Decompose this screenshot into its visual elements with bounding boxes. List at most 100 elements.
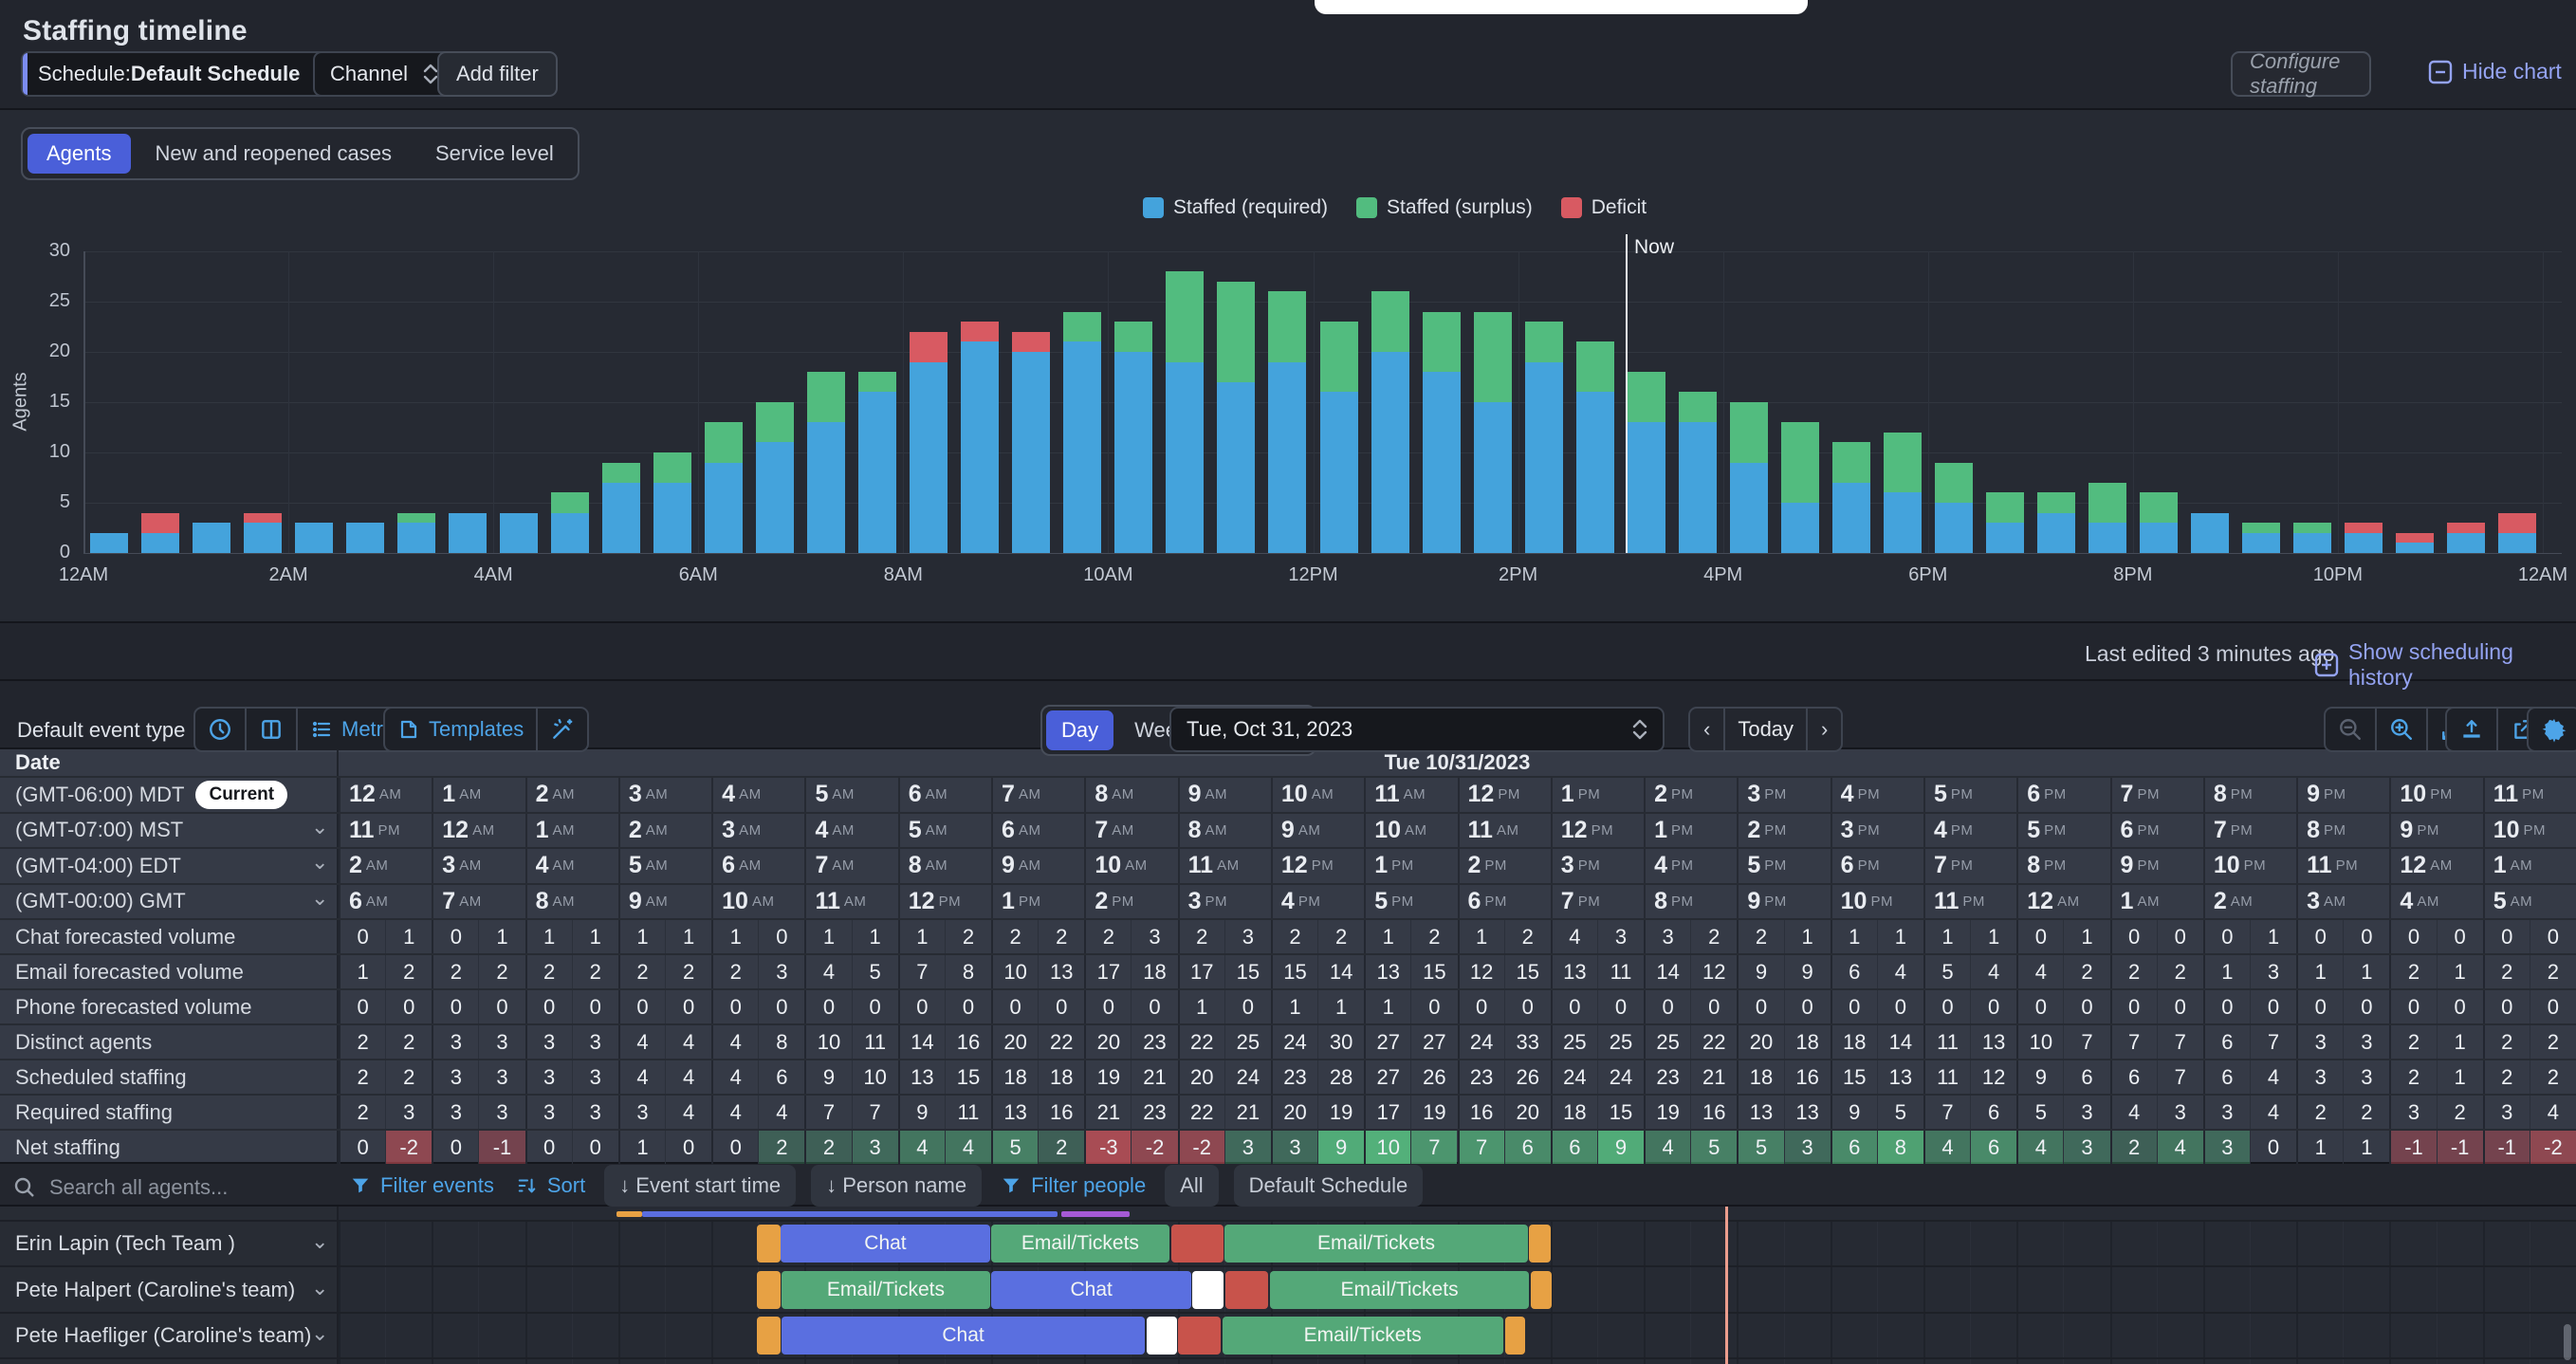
agent-row-header[interactable]: Pete Halpert (Caroline's team) [15,1267,295,1314]
event-filter-bar: Filter events Sort ↓ Event start time ↓ Per… [346,1165,1423,1207]
metric-cell: 3 [2343,1060,2389,1094]
event-segment-chat[interactable]: Chat [782,1317,1145,1355]
metric-cell: 18 [1131,955,1177,988]
x-tick-label: 10PM [2295,564,2381,586]
chart-now-line [1626,234,1628,553]
event-segment-chat[interactable]: Chat [781,1225,990,1263]
chevron-down-icon[interactable]: ⌄ [311,1276,328,1300]
event-segment-flex[interactable] [757,1317,781,1355]
event-segment-red[interactable] [1178,1317,1221,1355]
tab-new-and-reopened-cases[interactable]: New and reopened cases [137,134,412,174]
metric-cell: 6 [2203,1060,2250,1094]
tab-service-level[interactable]: Service level [416,134,573,174]
today-button[interactable]: Today [1723,709,1806,750]
default-schedule-button[interactable]: Default Schedule [1234,1165,1424,1207]
chevron-down-icon[interactable]: ⌄ [311,1229,328,1254]
agent-row-header[interactable]: Pete Haefliger (Caroline's team) [15,1313,311,1359]
search-input[interactable] [47,1174,313,1201]
vertical-scrollbar[interactable] [2564,1324,2571,1360]
tab-agents[interactable]: Agents [28,134,131,174]
metric-cell: 20 [1084,1025,1131,1059]
funnel-icon [1001,1175,1021,1196]
event-segment-flex[interactable] [757,1225,781,1263]
metric-cell: 3 [2157,1096,2203,1129]
chart-bar-segment [2396,543,2434,553]
event-segment-break[interactable] [1192,1271,1223,1309]
upload-button[interactable] [2447,709,2496,750]
zoom-in-button[interactable] [2375,709,2426,750]
metric-cell: 20 [1504,1096,1551,1129]
filter-events-button[interactable]: Filter events [346,1165,498,1207]
event-segment-red[interactable] [1225,1271,1268,1309]
event-segment-flex[interactable] [1505,1317,1526,1355]
hour-ampm: AM [832,822,855,839]
columns-button[interactable] [245,709,296,750]
event-segment-break[interactable] [1147,1317,1176,1355]
timezone-row[interactable]: (GMT-06:00) MDTCurrent12AM1AM2AM3AM4AM5A… [0,776,2576,812]
metric-cell: 0 [2203,920,2250,953]
events-now-line [1725,1207,1728,1364]
timezone-row[interactable]: (GMT-07:00) MST⌄11PM12AM1AM2AM3AM4AM5AM6… [0,812,2576,848]
prev-day-button[interactable]: ‹ [1690,709,1723,750]
event-segment-email-tickets[interactable]: Email/Tickets [782,1271,990,1309]
time-settings-button[interactable] [195,709,245,750]
filter-button-label: Default Schedule [1249,1173,1408,1198]
event-segment-email-tickets[interactable]: Email/Tickets [1270,1271,1529,1309]
add-filter-button[interactable]: Add filter [437,51,558,97]
sort-button[interactable]: Sort [513,1165,589,1207]
metric-cell: 0 [2530,990,2576,1023]
event-segment-flex[interactable] [757,1271,781,1309]
channel-filter-select[interactable]: Channel [313,51,455,97]
chart-bar-segment [1730,463,1768,553]
event-type-dropdown[interactable]: Default event type ⌄ [17,718,212,743]
schedule-filter-select[interactable]: Schedule: Default Schedule [21,51,347,97]
metric-cell: 6 [1970,1096,2016,1129]
hour-ampm: AM [1205,786,1228,802]
hour-ampm: AM [2231,894,2254,910]
hide-chart-link[interactable]: Hide chart [2428,59,2562,84]
metric-cell: 22 [1690,1025,1737,1059]
hour-header-cell: 9AM [618,885,711,919]
filter-people-button[interactable]: Filter people [997,1165,1150,1207]
hour-header-cell: 1PM [1644,814,1737,848]
hour-number: 8 [2307,817,2320,844]
hour-number: 1 [2493,852,2507,879]
event-segment-email-tickets[interactable]: Email/Tickets [1224,1225,1528,1263]
next-day-button[interactable]: › [1806,709,1841,750]
metric-cell: 0 [1504,990,1551,1023]
configure-staffing-button[interactable]: Configure staffing [2231,51,2371,97]
metric-cell: 1 [618,1131,665,1164]
metric-cell: 0 [385,990,432,1023]
grid-halfhour-line [1877,1220,1878,1364]
metric-cell: 10 [991,955,1038,988]
gridline-v [2133,251,2134,553]
all-button[interactable]: All [1165,1165,1218,1207]
templates-button[interactable]: Templates [385,709,536,750]
date-picker-select[interactable]: Tue, Oct 31, 2023 [1169,707,1665,752]
event-segment-chat[interactable]: Chat [991,1271,1191,1309]
event-segment-red[interactable] [1171,1225,1224,1263]
metric-cell: 0 [2203,990,2250,1023]
event-segment-email-tickets[interactable]: Email/Tickets [991,1225,1169,1263]
event-segment-flex[interactable] [1531,1271,1552,1309]
chevron-down-icon[interactable]: ⌄ [311,1321,328,1346]
timezone-row[interactable]: (GMT-04:00) EDT⌄2AM3AM4AM5AM6AM7AM8AM9AM… [0,847,2576,883]
metric-cell: 4 [1644,1131,1690,1164]
event-segment-email-tickets[interactable]: Email/Tickets [1223,1317,1503,1355]
timezone-row[interactable]: (GMT-00:00) GMT⌄6AM7AM8AM9AM10AM11AM12PM… [0,883,2576,919]
metric-cell: -2 [2530,1131,2576,1164]
chart-bar-segment [602,483,640,553]
show-scheduling-history-link[interactable]: Show scheduling history [2314,639,2576,691]
metric-cell: 4 [2157,1131,2203,1164]
settings-button[interactable] [2529,709,2576,750]
hour-ampm: AM [379,786,402,802]
metric-cell: 0 [2343,920,2389,953]
-event-start-time-button[interactable]: ↓ Event start time [604,1165,796,1207]
-person-name-button[interactable]: ↓ Person name [811,1165,982,1207]
zoom-out-button[interactable] [2326,709,2375,750]
event-segment-flex[interactable] [1529,1225,1551,1263]
magic-wand-button[interactable] [536,709,587,750]
range-tab-day[interactable]: Day [1046,710,1113,750]
chart-now-label: Now [1634,236,1674,259]
agent-row-header[interactable]: Erin Lapin (Tech Team ) [15,1221,235,1267]
